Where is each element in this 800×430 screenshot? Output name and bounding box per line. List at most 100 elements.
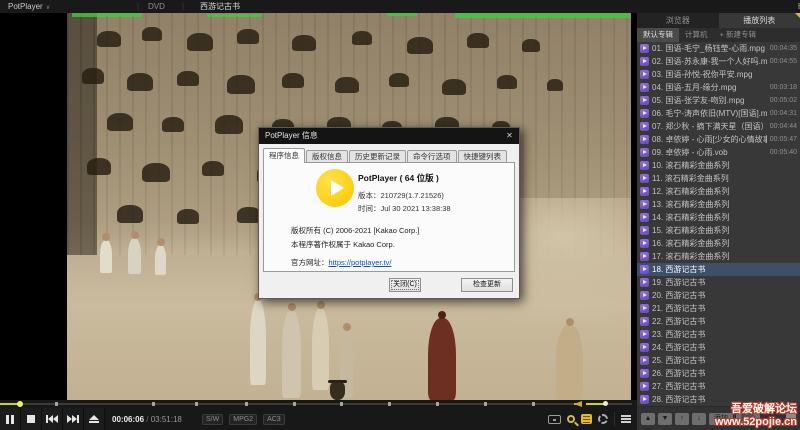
item-title: 09. 卓依婷 - 心雨.vob xyxy=(652,147,767,158)
playlist-item[interactable]: 23. 西游记古书 xyxy=(637,328,800,341)
playlist-item[interactable]: 14. 滚石精彩金曲系列 xyxy=(637,211,800,224)
media-file-icon xyxy=(640,265,649,274)
chapter-mark xyxy=(484,402,487,406)
dialog-close-icon[interactable]: ✕ xyxy=(502,130,517,142)
album-tab[interactable]: + 新建专辑 xyxy=(714,28,762,42)
codec-badge[interactable]: AC3 xyxy=(263,414,285,425)
item-title: 26. 西游记古书 xyxy=(652,368,797,379)
media-file-icon xyxy=(640,161,649,170)
control-panel-icon[interactable] xyxy=(548,415,561,424)
playlist-item[interactable]: 15. 滚石精彩金曲系列 xyxy=(637,224,800,237)
cave-opening xyxy=(335,77,359,93)
playlist-move-button[interactable]: ↑ xyxy=(675,413,689,425)
seek-knob[interactable] xyxy=(17,401,23,407)
playlist-item[interactable]: 19. 西游记古书 xyxy=(637,276,800,289)
playlist-item[interactable]: 07. 郑少秋 - 摘下满天星（国语）.vob00:04:44 xyxy=(637,120,800,133)
watermark-line1: 吾爱破解论坛 xyxy=(715,403,797,416)
cave-opening xyxy=(407,37,433,54)
website-link[interactable]: https://potplayer.tv/ xyxy=(329,258,392,267)
playlist-item[interactable]: 11. 滚石精彩金曲系列 xyxy=(637,172,800,185)
app-menu-button[interactable]: PotPlayer∨ xyxy=(8,0,50,13)
media-file-icon xyxy=(640,213,649,222)
playlist-item[interactable]: 12. 滚石精彩金曲系列 xyxy=(637,185,800,198)
playlist-item[interactable]: 01. 国语-毛宁_杨钰莹-心雨.mpg00:04:35 xyxy=(637,42,800,55)
close-dialog-button[interactable]: 关闭(C) xyxy=(389,278,421,292)
media-file-icon xyxy=(640,356,649,365)
item-title: 11. 滚石精彩金曲系列 xyxy=(652,173,797,184)
copyright-line: 本程序著作权属于 Kakao Corp. xyxy=(291,239,395,250)
playlist-item[interactable]: 20. 西游记古书 xyxy=(637,289,800,302)
playlist-item[interactable]: 18. 西游记古书 xyxy=(637,263,800,276)
playlist-panel-tab[interactable]: 播放列表 xyxy=(719,13,800,28)
volume-slider[interactable] xyxy=(586,403,632,405)
playlist-item[interactable]: 17. 滚石精彩金曲系列 xyxy=(637,250,800,263)
settings-gear-icon[interactable] xyxy=(598,414,608,424)
album-tab[interactable]: 默认专辑 xyxy=(637,28,679,42)
seek-bar[interactable] xyxy=(0,400,575,408)
browser-search-icon[interactable] xyxy=(567,415,575,423)
dialog-tabs: 程序信息版权信息历史更新记录命令行选项快捷键列表 xyxy=(263,148,515,163)
eject-icon xyxy=(89,415,99,423)
speaker-icon[interactable] xyxy=(574,401,582,407)
person-figure xyxy=(282,310,301,398)
playlist-item[interactable]: 09. 卓依婷 - 心雨.vob00:05:40 xyxy=(637,146,800,159)
dialog-tab[interactable]: 程序信息 xyxy=(263,148,305,163)
media-file-icon xyxy=(640,382,649,391)
playlist-toggle-icon[interactable] xyxy=(581,414,592,424)
forum-watermark: 吾爱破解论坛 www.52pojie.cn xyxy=(715,403,797,429)
video-glitch-artifact xyxy=(207,14,262,17)
check-update-button[interactable]: 检查更新 xyxy=(461,278,513,292)
playlist-item[interactable]: 03. 国语-孙悦-祝你平安.mpg xyxy=(637,68,800,81)
item-title: 24. 西游记古书 xyxy=(652,342,797,353)
cave-opening xyxy=(215,115,243,134)
playlist-item[interactable]: 26. 西游记古书 xyxy=(637,367,800,380)
playlist-item[interactable]: 21. 西游记古书 xyxy=(637,302,800,315)
playlist-item[interactable]: 24. 西游记古书 xyxy=(637,341,800,354)
open-media-button[interactable] xyxy=(84,408,105,430)
pause-button[interactable] xyxy=(0,408,21,430)
album-tab[interactable]: 计算机 xyxy=(679,28,714,42)
playlist-item[interactable]: 08. 卓依婷 - 心雨[少女的心情故事].vob00:05:47 xyxy=(637,133,800,146)
playlist-item[interactable]: 22. 西游记古书 xyxy=(637,315,800,328)
dvd-label: DVD xyxy=(148,0,165,13)
volume-knob[interactable] xyxy=(603,401,608,406)
stop-button[interactable] xyxy=(21,408,42,430)
media-file-icon xyxy=(640,174,649,183)
item-duration: 00:05:02 xyxy=(770,97,797,104)
item-title: 27. 西游记古书 xyxy=(652,381,797,392)
person-figure xyxy=(100,240,112,273)
media-file-icon xyxy=(640,57,649,66)
playlist-item[interactable]: 10. 滚石精彩金曲系列 xyxy=(637,159,800,172)
playlist-item[interactable]: 16. 滚石精彩金曲系列 xyxy=(637,237,800,250)
item-title: 14. 滚石精彩金曲系列 xyxy=(652,212,797,223)
cave-opening xyxy=(177,209,199,224)
playlist-item[interactable]: 05. 国语-张学友-吻别.mpg00:05:02 xyxy=(637,94,800,107)
control-bar: 00:06:06 / 03:51:18 S/WMPG2AC3 xyxy=(0,400,637,430)
media-file-icon xyxy=(640,239,649,248)
playlist-item[interactable]: 27. 西游记古书 xyxy=(637,380,800,393)
menu-hamburger-icon[interactable] xyxy=(621,415,631,417)
playlist-move-button[interactable]: ▲ xyxy=(641,413,655,425)
playlist-item[interactable]: 13. 滚石精彩金曲系列 xyxy=(637,198,800,211)
previous-button[interactable] xyxy=(42,408,63,430)
codec-badge[interactable]: MPG2 xyxy=(229,414,257,425)
codec-badge[interactable]: S/W xyxy=(202,414,223,425)
playlist-item[interactable]: 25. 西游记古书 xyxy=(637,354,800,367)
playlist-panel-tab[interactable]: 浏览器 xyxy=(637,13,719,28)
title-bar: PotPlayer∨ | DVD | 西游记古书 +−◱□× xyxy=(0,0,800,13)
cave-opening xyxy=(187,33,213,51)
media-file-icon xyxy=(640,96,649,105)
playlist-item[interactable]: 04. 国语-五月-缘分.mpg00:03:18 xyxy=(637,81,800,94)
dialog-buttons: 关闭(C) 检查更新 xyxy=(263,278,515,293)
cave-opening xyxy=(142,163,170,182)
next-button[interactable] xyxy=(63,408,84,430)
playlist-item[interactable]: 02. 国语-苏永康-我一个人好吗.mpg00:04:55 xyxy=(637,55,800,68)
website-label: 官方网址： xyxy=(291,258,329,267)
close-button[interactable]: × xyxy=(794,0,800,11)
cave-opening xyxy=(162,117,184,132)
current-time: 00:06:06 xyxy=(112,415,144,424)
video-glitch-artifact xyxy=(72,13,142,17)
playlist-item[interactable]: 06. 毛宁-涛声依旧(MTV)[国语].mpg00:04:31 xyxy=(637,107,800,120)
playlist-move-button[interactable]: ▼ xyxy=(658,413,672,425)
playlist-move-button[interactable]: ↓ xyxy=(692,413,706,425)
